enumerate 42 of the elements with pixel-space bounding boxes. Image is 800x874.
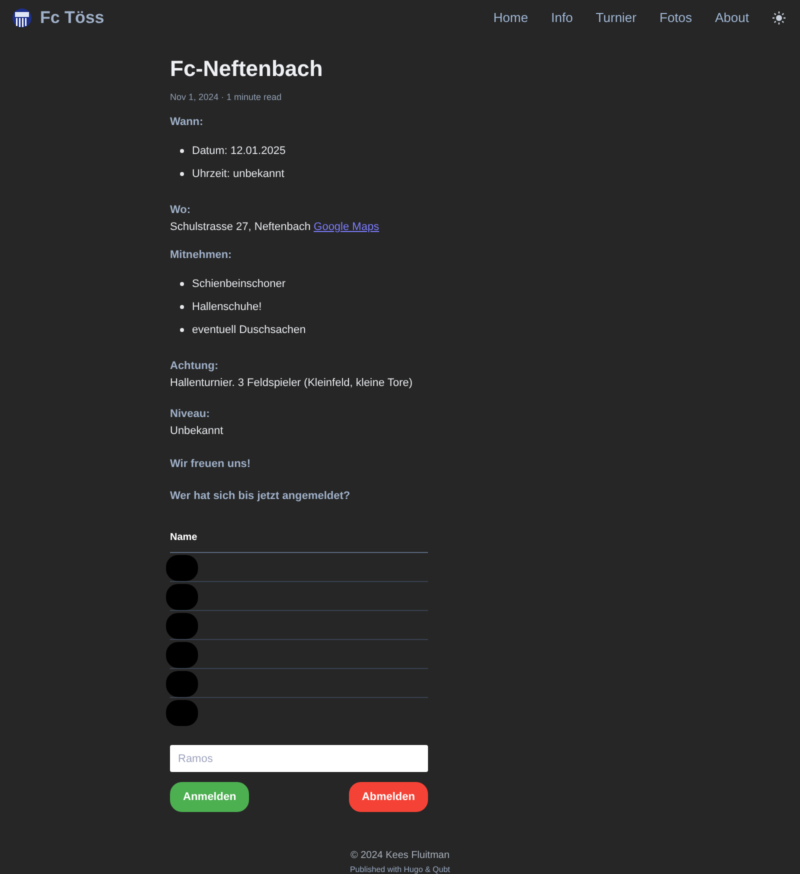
bullet-icon (180, 172, 184, 176)
nav-link[interactable]: Home (493, 10, 528, 25)
sun-icon[interactable] (772, 10, 786, 24)
nav-link[interactable]: Info (551, 10, 573, 25)
bullet-icon (180, 282, 184, 286)
site-title[interactable]: Fc Töss (40, 8, 104, 28)
redaction-mark (166, 613, 198, 639)
column-header: Name (170, 532, 198, 543)
redaction-mark (166, 642, 198, 668)
maps-link[interactable]: Google Maps (314, 221, 380, 233)
copyright-text: © 2024 Kees Fluitman (350, 850, 450, 861)
redaction-mark (166, 700, 198, 726)
list-item: Datum: 12.01.2025 (192, 144, 286, 158)
bullet-icon (180, 305, 184, 309)
published-text: Published with Hugo & Qubt (350, 865, 450, 874)
section-label: Achtung: (170, 359, 220, 373)
nav-link[interactable]: Turnier (596, 10, 636, 25)
redaction-mark (166, 584, 198, 610)
section-label: Wir freuen uns! (170, 457, 252, 471)
section-text: Schulstrasse 27, Neftenbach (170, 221, 311, 233)
list-item: eventuell Duschsachen (192, 323, 306, 337)
post-title: Fc-Neftenbach (170, 55, 324, 83)
post-meta: Nov 1, 2024 · 1 minute read (170, 92, 283, 102)
section-label: Wo: (170, 203, 192, 217)
section-label: Mitnehmen: (170, 248, 233, 262)
nav-link[interactable]: Fotos (660, 10, 692, 25)
redaction-mark (166, 671, 198, 697)
club-logo-icon (12, 8, 32, 28)
list-item: Schienbeinschoner (192, 277, 286, 291)
section-label: Wann: (170, 115, 204, 129)
bullet-icon (180, 328, 184, 332)
nav-link[interactable]: About (715, 10, 749, 25)
redaction-mark (166, 555, 198, 581)
section-label: Niveau: (170, 407, 211, 421)
section-text: Unbekannt (170, 425, 224, 437)
section-text: Hallenturnier. 3 Feldspieler (Kleinfeld, kleine Tore) (170, 377, 413, 389)
list-item: Hallenschuhe! (192, 300, 262, 314)
name-field[interactable]: Ramos (170, 745, 428, 772)
list-item: Uhrzeit: unbekannt (192, 167, 284, 181)
bullet-icon (180, 149, 184, 153)
section-label: Wer hat sich bis jetzt angemeldet? (170, 489, 352, 503)
form-button[interactable]: Abmelden (348, 782, 428, 812)
